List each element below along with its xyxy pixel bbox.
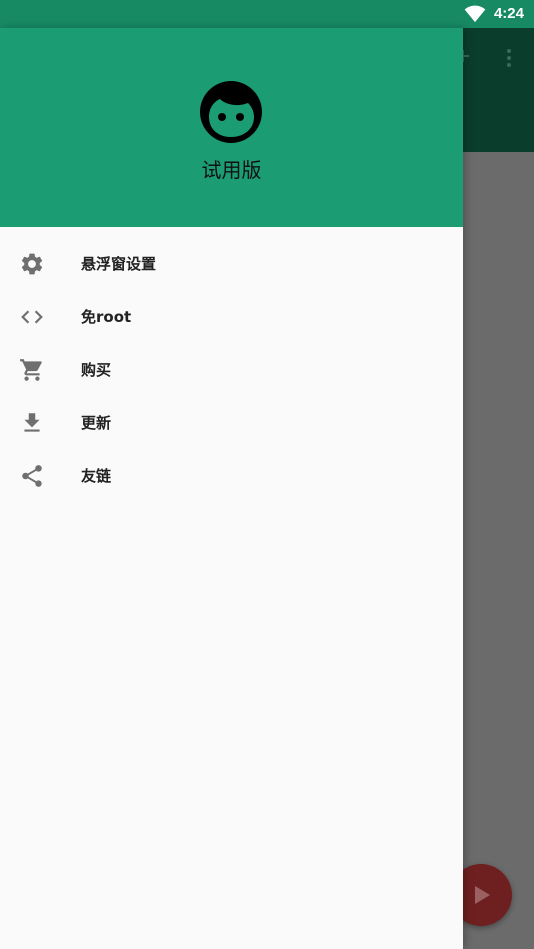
status-time: 4:24 (493, 5, 524, 22)
drawer-menu: 悬浮窗设置 免root 购买 更新 友链 (0, 237, 463, 502)
status-bar: 4:24 (0, 0, 534, 28)
menu-item-label: 悬浮窗设置 (81, 255, 157, 273)
wifi-icon (464, 5, 486, 23)
menu-item-update[interactable]: 更新 (0, 396, 463, 449)
menu-item-label: 免root (81, 308, 132, 326)
menu-item-label: 友链 (81, 467, 112, 485)
more-vert-icon[interactable] (501, 48, 517, 68)
menu-item-friend-links[interactable]: 友链 (0, 449, 463, 502)
play-icon (475, 886, 490, 904)
navigation-drawer: 试用版 悬浮窗设置 免root 购买 更新 友链 (0, 28, 463, 949)
cart-icon (20, 359, 42, 381)
gear-icon (21, 253, 43, 275)
menu-item-no-root[interactable]: 免root (0, 290, 463, 343)
drawer-header: 试用版 (0, 28, 463, 227)
menu-item-label: 更新 (81, 414, 112, 432)
share-icon (22, 465, 42, 487)
menu-item-label: 购买 (81, 361, 112, 379)
header-title: 试用版 (201, 158, 262, 182)
face-avatar-icon (200, 81, 262, 143)
code-icon (21, 310, 43, 324)
download-icon (24, 413, 40, 432)
menu-item-floating-window-settings[interactable]: 悬浮窗设置 (0, 237, 463, 290)
menu-item-purchase[interactable]: 购买 (0, 343, 463, 396)
